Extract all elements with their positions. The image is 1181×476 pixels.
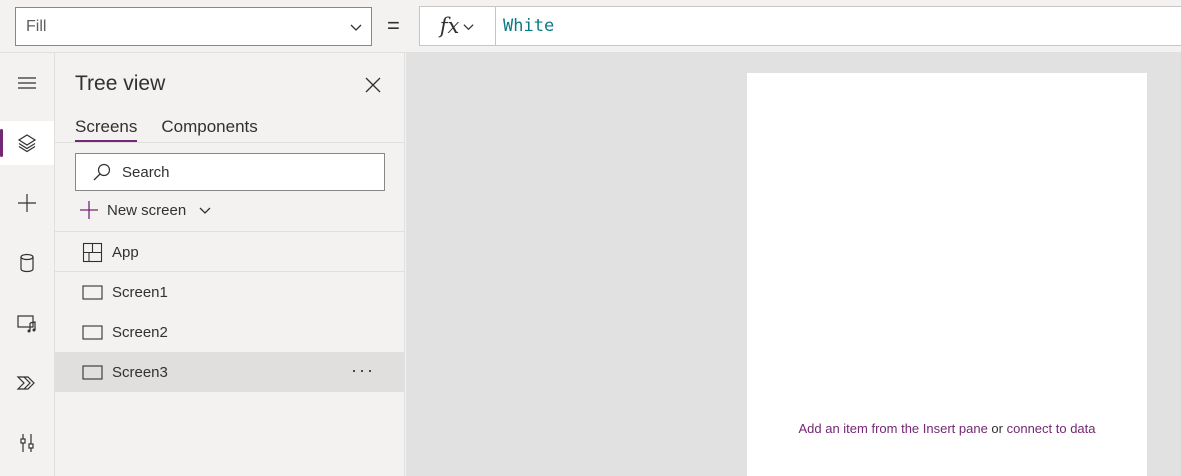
formula-input[interactable]: White xyxy=(496,16,554,36)
search-input[interactable] xyxy=(122,163,362,181)
formula-bar: Fill = fx White xyxy=(0,0,1181,53)
search-box[interactable] xyxy=(75,153,385,191)
rail-menu-button[interactable] xyxy=(0,61,54,105)
plus-icon xyxy=(18,194,36,212)
hint-or-text: or xyxy=(987,421,1007,436)
layers-icon xyxy=(17,134,37,153)
property-dropdown-value: Fill xyxy=(26,17,47,35)
canvas-area: Add an item from the Insert pane or conn… xyxy=(406,53,1181,476)
tab-components[interactable]: Components xyxy=(161,117,257,142)
screen-icon xyxy=(82,284,103,300)
screen-icon xyxy=(82,324,103,340)
screen-canvas[interactable]: Add an item from the Insert pane or conn… xyxy=(747,73,1147,476)
insert-pane-link[interactable]: Add an item from the Insert pane xyxy=(798,421,987,436)
fx-icon: fx xyxy=(439,14,460,38)
tree-tabs: Screens Components xyxy=(75,117,258,142)
tree-item-screen2[interactable]: Screen2 xyxy=(55,312,405,352)
property-dropdown[interactable]: Fill xyxy=(15,7,372,46)
chevron-down-icon xyxy=(463,23,474,30)
search-icon xyxy=(93,163,111,181)
more-options-icon[interactable]: ··· xyxy=(351,360,375,381)
left-rail xyxy=(0,53,55,476)
tree-item-label: App xyxy=(112,243,139,261)
hamburger-icon xyxy=(18,77,36,89)
rail-tools-button[interactable] xyxy=(0,421,54,465)
formula-box[interactable]: fx White xyxy=(419,6,1181,46)
rail-power-automate-button[interactable] xyxy=(0,361,54,405)
app-grid-icon xyxy=(82,242,103,262)
panel-title: Tree view xyxy=(75,72,166,95)
media-icon xyxy=(17,315,36,333)
tab-screens[interactable]: Screens xyxy=(75,117,138,142)
plus-icon xyxy=(80,201,98,219)
connect-data-link[interactable]: connect to data xyxy=(1007,421,1096,436)
tree-item-screen3[interactable]: Screen3 ··· xyxy=(55,352,405,392)
tree-item-app[interactable]: App xyxy=(55,232,405,272)
rail-insert-button[interactable] xyxy=(0,181,54,225)
tree-item-screen1[interactable]: Screen1 xyxy=(55,272,405,312)
rail-media-button[interactable] xyxy=(0,301,54,345)
fx-button[interactable]: fx xyxy=(420,7,496,45)
new-screen-label: New screen xyxy=(107,201,187,219)
chevron-down-icon xyxy=(199,207,211,214)
chevron-down-icon xyxy=(350,24,362,31)
rail-tree-view-button[interactable] xyxy=(0,121,54,165)
close-icon[interactable] xyxy=(363,75,383,95)
screen-icon xyxy=(82,364,103,380)
new-screen-button[interactable]: New screen xyxy=(79,200,212,220)
power-automate-icon xyxy=(16,376,35,390)
equals-sign: = xyxy=(387,13,400,38)
rail-data-button[interactable] xyxy=(0,241,54,285)
tools-icon xyxy=(20,434,34,452)
database-icon xyxy=(20,253,34,273)
tree-item-label: Screen1 xyxy=(112,283,168,301)
tabs-divider xyxy=(55,142,405,143)
tree-item-label: Screen2 xyxy=(112,323,168,341)
tree-view-panel: Tree view Screens Components New screen … xyxy=(55,53,405,476)
tree-item-label: Screen3 xyxy=(112,363,168,381)
empty-screen-hint: Add an item from the Insert pane or conn… xyxy=(747,421,1147,436)
